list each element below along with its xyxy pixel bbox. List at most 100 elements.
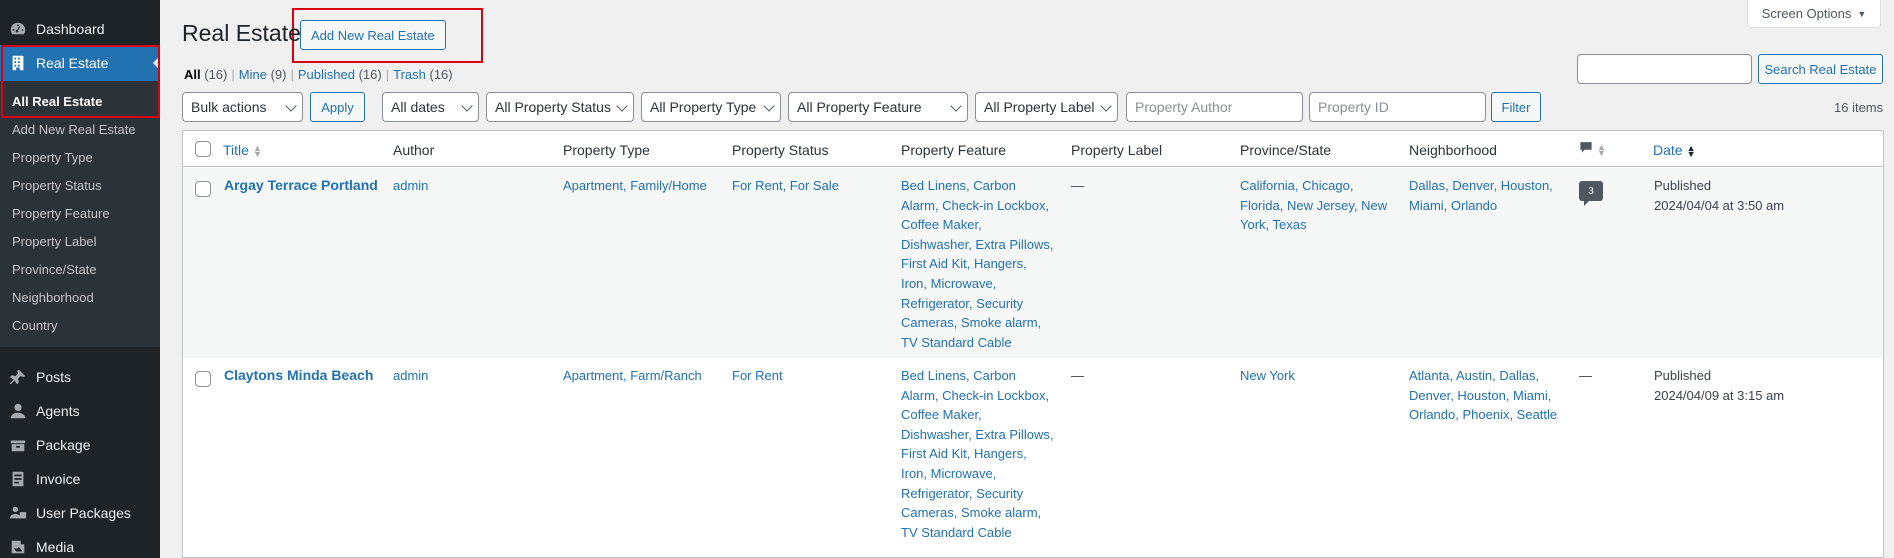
menu-agents-label: Agents	[36, 403, 80, 419]
province-line: California, Chicago,	[1240, 178, 1354, 193]
pin-icon	[0, 368, 36, 386]
separator: |	[385, 67, 390, 82]
sort-desc-icon: ▲ ▼	[1686, 143, 1696, 160]
feature-line: Refrigerator, Security	[901, 485, 1024, 501]
menu-invoice[interactable]: Invoice	[0, 462, 160, 496]
view-all[interactable]: All	[184, 67, 201, 82]
menu-agents[interactable]: Agents	[0, 394, 160, 428]
search-input[interactable]	[1577, 54, 1752, 84]
row-property-status[interactable]: For Rent, For Sale	[732, 176, 839, 196]
row-province-state[interactable]: New York	[1240, 366, 1400, 386]
building-icon	[0, 54, 36, 72]
row-checkbox[interactable]	[195, 181, 211, 197]
bulk-actions-value: Bulk actions	[191, 99, 267, 115]
property-id-input[interactable]: Property ID	[1309, 92, 1486, 122]
view-mine[interactable]: Mine	[239, 67, 267, 82]
feature-line: Alarm, Check-in Lockbox,	[901, 387, 1050, 403]
row-property-label: —	[1071, 368, 1084, 383]
neighborhood-line: Atlanta, Austin, Dallas,	[1409, 368, 1540, 383]
submenu-property-type[interactable]: Property Type	[12, 150, 93, 165]
row-property-label: —	[1071, 178, 1084, 193]
dashboard-icon	[0, 20, 36, 38]
column-title[interactable]: Title ▲ ▼	[223, 142, 262, 159]
feature-line: TV Standard Cable	[901, 524, 1012, 540]
feature-line: Coffee Maker,	[901, 217, 982, 233]
property-type-value: All Property Type	[650, 99, 757, 115]
add-new-real-estate-button[interactable]: Add New Real Estate	[300, 20, 446, 50]
row-comments-none: —	[1579, 368, 1592, 383]
chevron-down-icon	[616, 100, 628, 112]
submenu-add-new-real-estate[interactable]: Add New Real Estate	[12, 122, 136, 137]
search-real-estate-button[interactable]: Search Real Estate	[1758, 54, 1883, 84]
property-status-select[interactable]: All Property Status	[486, 92, 634, 122]
row-property-features[interactable]: Bed Linens, Carbon Alarm, Check-in Lockb…	[901, 366, 1061, 542]
row-province-state[interactable]: California, Chicago, Florida, New Jersey…	[1240, 176, 1400, 235]
feature-line: Bed Linens, Carbon	[901, 368, 1016, 383]
row-title-link[interactable]: Argay Terrace Portland	[224, 176, 378, 196]
feature-line: Alarm, Check-in Lockbox,	[901, 197, 1050, 213]
view-trash[interactable]: Trash	[393, 67, 426, 82]
menu-real-estate[interactable]: Real Estate	[0, 45, 160, 81]
row-property-features[interactable]: Bed Linens, Carbon Alarm, Check-in Lockb…	[901, 176, 1061, 352]
date-value: 2024/04/09 at 3:15 am	[1654, 387, 1785, 403]
filter-button[interactable]: Filter	[1491, 92, 1541, 122]
column-date-label: Date	[1653, 142, 1683, 158]
menu-user-packages[interactable]: User Packages	[0, 496, 160, 530]
menu-invoice-label: Invoice	[36, 471, 81, 487]
select-all-checkbox[interactable]	[195, 141, 211, 157]
province-line: Florida, New Jersey, New	[1240, 197, 1388, 213]
caret-down-icon: ▼	[1857, 8, 1867, 19]
neighborhood-line: Miami, Orlando	[1409, 197, 1498, 213]
row-property-status[interactable]: For Rent	[732, 366, 783, 386]
province-line: New York	[1240, 368, 1295, 383]
real-estate-table: Title ▲ ▼ Author Property Type Property St…	[182, 130, 1884, 558]
items-count: 16 items	[1834, 100, 1884, 115]
row-author-link[interactable]: admin	[393, 176, 428, 196]
row-title-link[interactable]: Claytons Minda Beach	[224, 366, 373, 386]
user-icon	[0, 402, 36, 420]
property-type-select[interactable]: All Property Type	[641, 92, 781, 122]
menu-media[interactable]: Media	[0, 530, 160, 558]
column-date[interactable]: Date ▲ ▼	[1653, 142, 1696, 160]
comment-count-bubble[interactable]: 3	[1579, 181, 1603, 206]
view-trash-count: (16)	[429, 67, 453, 82]
apply-button[interactable]: Apply	[310, 92, 365, 122]
menu-package[interactable]: Package	[0, 428, 160, 462]
column-comments[interactable]: ▲ ▼	[1579, 140, 1606, 158]
row-neighborhood[interactable]: Dallas, Denver, Houston, Miami, Orlando	[1409, 176, 1569, 215]
submenu-province-state[interactable]: Province/State	[12, 262, 97, 277]
row-property-type[interactable]: Apartment, Farm/Ranch	[563, 366, 702, 386]
dates-value: All dates	[391, 99, 445, 115]
column-property-status: Property Status	[732, 142, 829, 158]
column-property-feature: Property Feature	[901, 142, 1007, 158]
bulk-actions-select[interactable]: Bulk actions	[182, 92, 303, 122]
submenu-country[interactable]: Country	[12, 318, 58, 333]
screen-options-button[interactable]: Screen Options ▼	[1747, 0, 1881, 28]
submenu-property-feature[interactable]: Property Feature	[12, 206, 110, 221]
feature-line: Iron, Microwave,	[901, 465, 997, 481]
column-neighborhood: Neighborhood	[1409, 142, 1497, 158]
row-date: Published 2024/04/09 at 3:15 am	[1654, 366, 1784, 405]
feature-line: Cameras, Smoke alarm,	[901, 505, 1042, 521]
property-feature-select[interactable]: All Property Feature	[788, 92, 968, 122]
view-published[interactable]: Published	[298, 67, 355, 82]
row-neighborhood[interactable]: Atlanta, Austin, Dallas, Denver, Houston…	[1409, 366, 1569, 425]
row-author-link[interactable]: admin	[393, 366, 428, 386]
dates-select[interactable]: All dates	[382, 92, 479, 122]
submenu-all-real-estate[interactable]: All Real Estate	[12, 94, 102, 109]
property-feature-value: All Property Feature	[797, 99, 922, 115]
view-published-count: (16)	[358, 67, 382, 82]
feature-line: Refrigerator, Security	[901, 295, 1024, 311]
menu-dashboard[interactable]: Dashboard	[0, 12, 160, 46]
property-label-select[interactable]: All Property Label	[975, 92, 1118, 122]
submenu-property-label[interactable]: Property Label	[12, 234, 97, 249]
property-author-input[interactable]: Property Author	[1126, 92, 1303, 122]
row-checkbox[interactable]	[195, 371, 211, 387]
row-property-type[interactable]: Apartment, Family/Home	[563, 176, 707, 196]
feature-line: Coffee Maker,	[901, 407, 982, 423]
feature-line: Dishwasher, Extra Pillows,	[901, 426, 1054, 442]
submenu-property-status[interactable]: Property Status	[12, 178, 102, 193]
menu-posts[interactable]: Posts	[0, 360, 160, 394]
submenu-neighborhood[interactable]: Neighborhood	[12, 290, 94, 305]
screen-options-label: Screen Options	[1761, 6, 1852, 21]
